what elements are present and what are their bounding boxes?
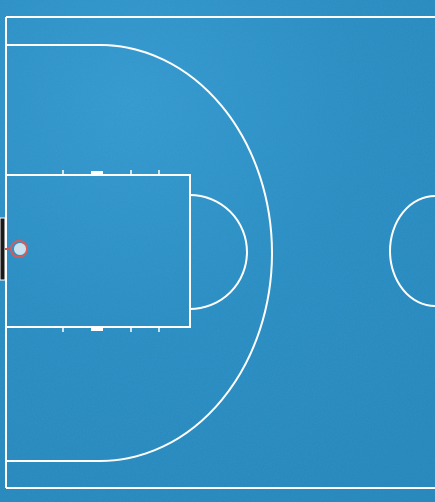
court-svg bbox=[0, 0, 435, 502]
court-texture bbox=[0, 0, 435, 502]
basketball-court-photo bbox=[0, 0, 435, 502]
net bbox=[14, 243, 26, 255]
lane-block-bottom bbox=[91, 327, 103, 331]
backboard bbox=[0, 217, 6, 281]
lane-block-top bbox=[91, 171, 103, 175]
